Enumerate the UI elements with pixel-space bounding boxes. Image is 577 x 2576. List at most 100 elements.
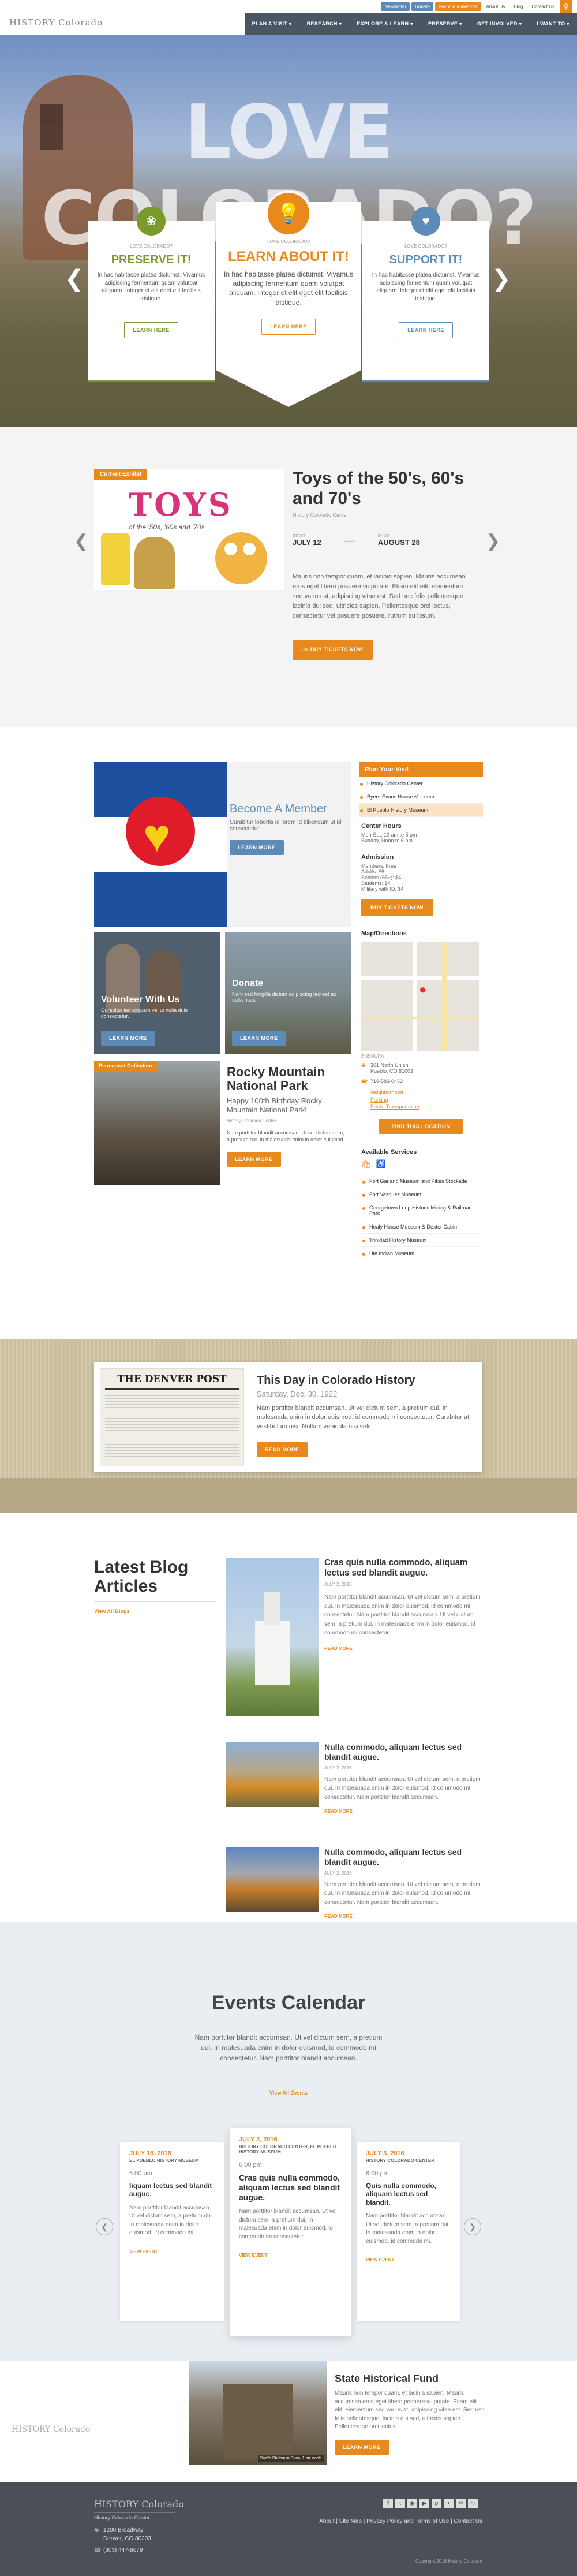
blog-post: Cras quis nulla commodo, aliquam lectus …: [324, 1558, 483, 1651]
contact-link[interactable]: Contact Us: [528, 2, 558, 11]
newspaper-image[interactable]: THE DENVER POST: [100, 1368, 244, 1466]
blog-section: Latest Blog Articles View All Blogs Cras…: [0, 1513, 577, 1922]
event-card[interactable]: JULY 16, 2016 EL PUEBLO HISTORY MUSEUM 6…: [120, 2142, 224, 2321]
map-pin-icon: ●: [419, 982, 427, 996]
hero-section: LOVE COLORADO? ❮ ❯ ❀ LOVE COLORADO? PRES…: [0, 35, 577, 427]
exhibit-image[interactable]: Current Exhibit TOYS of the '50s, '60s a…: [94, 469, 284, 590]
phone-icon: ☎: [361, 1078, 368, 1084]
donate-link[interactable]: Donate: [411, 2, 433, 11]
blog-image-church[interactable]: [226, 1558, 319, 1716]
read-more-link[interactable]: READ MORE: [324, 1809, 483, 1814]
rmnp-image: Permanent Collection: [94, 1061, 220, 1185]
footer-links[interactable]: About | Site Map | Privacy Policy and Te…: [300, 2518, 482, 2525]
other-location[interactable]: Trinidad History Museum: [361, 1234, 481, 1247]
read-more-link[interactable]: READ MORE: [324, 1914, 483, 1919]
blog-image-aspens[interactable]: [226, 1742, 319, 1807]
events-next-arrow[interactable]: ❯: [464, 2218, 481, 2235]
facebook-icon[interactable]: f: [383, 2499, 393, 2508]
blog-post: Nulla commodo, aliquam lectus sed blandi…: [324, 1742, 483, 1814]
leaf-icon: ❀: [137, 207, 166, 236]
history-title: This Day in Colorado History: [257, 1374, 415, 1387]
location-option-selected[interactable]: El Pueblo History Museum: [359, 804, 483, 817]
volunteer-learn-button[interactable]: LEARN MORE: [101, 1031, 155, 1046]
card-title: LEARN ABOUT IT!: [228, 249, 349, 264]
fund-image[interactable]: Sam's Shabra in Boon, 1 mi. north: [189, 2361, 327, 2465]
about-link[interactable]: About Us: [483, 2, 509, 11]
other-location[interactable]: Fort Garland Museum and Pikes Stockade: [361, 1175, 481, 1188]
rss-icon[interactable]: ∿: [468, 2499, 478, 2508]
other-location[interactable]: Georgetown Loop Historic Mining & Railro…: [361, 1201, 481, 1220]
exhibit-badge: Current Exhibit: [94, 469, 148, 480]
other-location[interactable]: Healy House Museum & Dexter Cabin: [361, 1220, 481, 1234]
events-heading: Events Calendar: [211, 1992, 366, 2014]
nav-research[interactable]: RESEARCH ▾: [299, 21, 350, 27]
rmnp-tile[interactable]: Permanent Collection Rocky Mountain Nati…: [94, 1061, 351, 1185]
flickr-icon[interactable]: •: [444, 2499, 454, 2508]
card-title: SUPPORT IT!: [389, 253, 463, 266]
location-option[interactable]: History Colorado Center: [359, 777, 483, 790]
location-map[interactable]: ●: [361, 942, 479, 1051]
view-all-blogs-link[interactable]: View All Blogs: [94, 1608, 130, 1614]
volunteer-tile[interactable]: Volunteer With Us Curabitur leo aliquam …: [94, 932, 220, 1054]
member-link[interactable]: Become a member: [434, 2, 481, 11]
site-header: HISTORY Colorado Newsletter Donate Becom…: [0, 0, 577, 35]
nav-get-involved[interactable]: GET INVOLVED ▾: [470, 21, 530, 27]
event-card[interactable]: JULY 3, 2016 HISTORY COLORADO CENTER 6:0…: [357, 2142, 460, 2321]
member-tile[interactable]: ♥ Become A Member Curabitur lobortis id …: [94, 762, 351, 927]
email-icon[interactable]: ✉: [456, 2499, 466, 2508]
support-learn-button[interactable]: LEARN HERE: [399, 322, 453, 338]
events-prev-arrow[interactable]: ❮: [96, 2218, 113, 2235]
rmnp-learn-button[interactable]: LEARN MORE: [227, 1151, 281, 1167]
sidebar-buy-tickets-button[interactable]: BUY TICKETS NOW: [361, 899, 433, 916]
transport-link[interactable]: Public Transportation: [370, 1103, 481, 1111]
hero-prev-arrow[interactable]: ❮: [65, 266, 84, 292]
site-logo[interactable]: HISTORY Colorado: [9, 17, 103, 28]
donate-learn-button[interactable]: LEARN MORE: [232, 1031, 286, 1046]
exhibit-prev-arrow[interactable]: ❮: [74, 531, 88, 551]
pinterest-icon[interactable]: p: [432, 2499, 441, 2508]
heart-icon: ♥: [143, 810, 171, 861]
history-section: THE DENVER POST This Day in Colorado His…: [0, 1339, 577, 1513]
nav-explore[interactable]: EXPLORE & LEARN ▾: [349, 21, 421, 27]
exhibit-next-arrow[interactable]: ❯: [486, 531, 500, 551]
blog-link[interactable]: Blog: [510, 2, 526, 11]
plan-visit-sidebar: Plan Your Visit History Colorado Center …: [359, 762, 483, 1339]
nav-i-want-to[interactable]: I WANT TO ▾: [529, 21, 577, 27]
fund-learn-button[interactable]: LEARN MORE: [335, 2439, 389, 2455]
donate-tile[interactable]: Donate Nam sed fringilla dictum adipisci…: [225, 932, 351, 1054]
gift-shop-icon: 🛍: [361, 1159, 372, 1168]
other-location[interactable]: Ute Indian Museum: [361, 1247, 481, 1260]
twitter-icon[interactable]: t: [395, 2499, 405, 2508]
blog-image-mountains[interactable]: [226, 1847, 319, 1912]
view-all-events-link[interactable]: View All Events: [0, 2090, 577, 2096]
location-pin-icon: ◉: [361, 1062, 366, 1068]
history-card: THE DENVER POST This Day in Colorado His…: [94, 1362, 482, 1472]
fund-title: State Historical Fund: [335, 2373, 439, 2384]
parking-link[interactable]: Parking: [370, 1096, 481, 1104]
history-read-more-button[interactable]: READ MORE: [257, 1442, 308, 1457]
nav-plan-visit[interactable]: PLAN A VISIT ▾: [245, 21, 299, 27]
learn-learn-button[interactable]: LEARN HERE: [261, 318, 316, 335]
newsletter-link[interactable]: Newsletter: [381, 2, 410, 11]
neighborhood-link[interactable]: Neighborhood: [370, 1089, 481, 1096]
find-location-button[interactable]: FIND THIS LOCATION: [379, 1118, 463, 1134]
preserve-learn-button[interactable]: LEARN HERE: [124, 322, 178, 338]
other-location[interactable]: Fort Vasquez Museum: [361, 1188, 481, 1201]
preserve-card: ❀ LOVE COLORADO? PRESERVE IT! In hac hab…: [88, 207, 215, 382]
nav-preserve[interactable]: PRESERVE ▾: [421, 21, 470, 27]
view-event-link[interactable]: VIEW EVENT: [239, 2253, 342, 2258]
footer-logo[interactable]: HISTORY Colorado: [94, 2499, 184, 2510]
youtube-icon[interactable]: ▶: [419, 2499, 429, 2508]
hero-next-arrow[interactable]: ❯: [492, 266, 511, 292]
location-option[interactable]: Byers-Evans House Museum: [359, 790, 483, 804]
read-more-link[interactable]: READ MORE: [324, 1646, 483, 1651]
instagram-icon[interactable]: ◉: [407, 2499, 417, 2508]
search-icon[interactable]: ⚲: [560, 0, 572, 13]
copyright: Copyright 2016 History Colorado: [415, 2559, 482, 2564]
buy-tickets-button[interactable]: 🎫 BUY TICKETS NOW: [293, 640, 373, 660]
event-card-featured[interactable]: JULY 2, 2016 HISTORY COLORADO CENTER, EL…: [230, 2128, 351, 2336]
visit-section: ♥ Become A Member Curabitur lobortis id …: [0, 727, 577, 1339]
view-event-link[interactable]: VIEW EVENT: [129, 2249, 215, 2254]
member-learn-button[interactable]: LEARN MORE: [230, 840, 284, 855]
view-event-link[interactable]: VIEW EVENT: [366, 2257, 451, 2263]
